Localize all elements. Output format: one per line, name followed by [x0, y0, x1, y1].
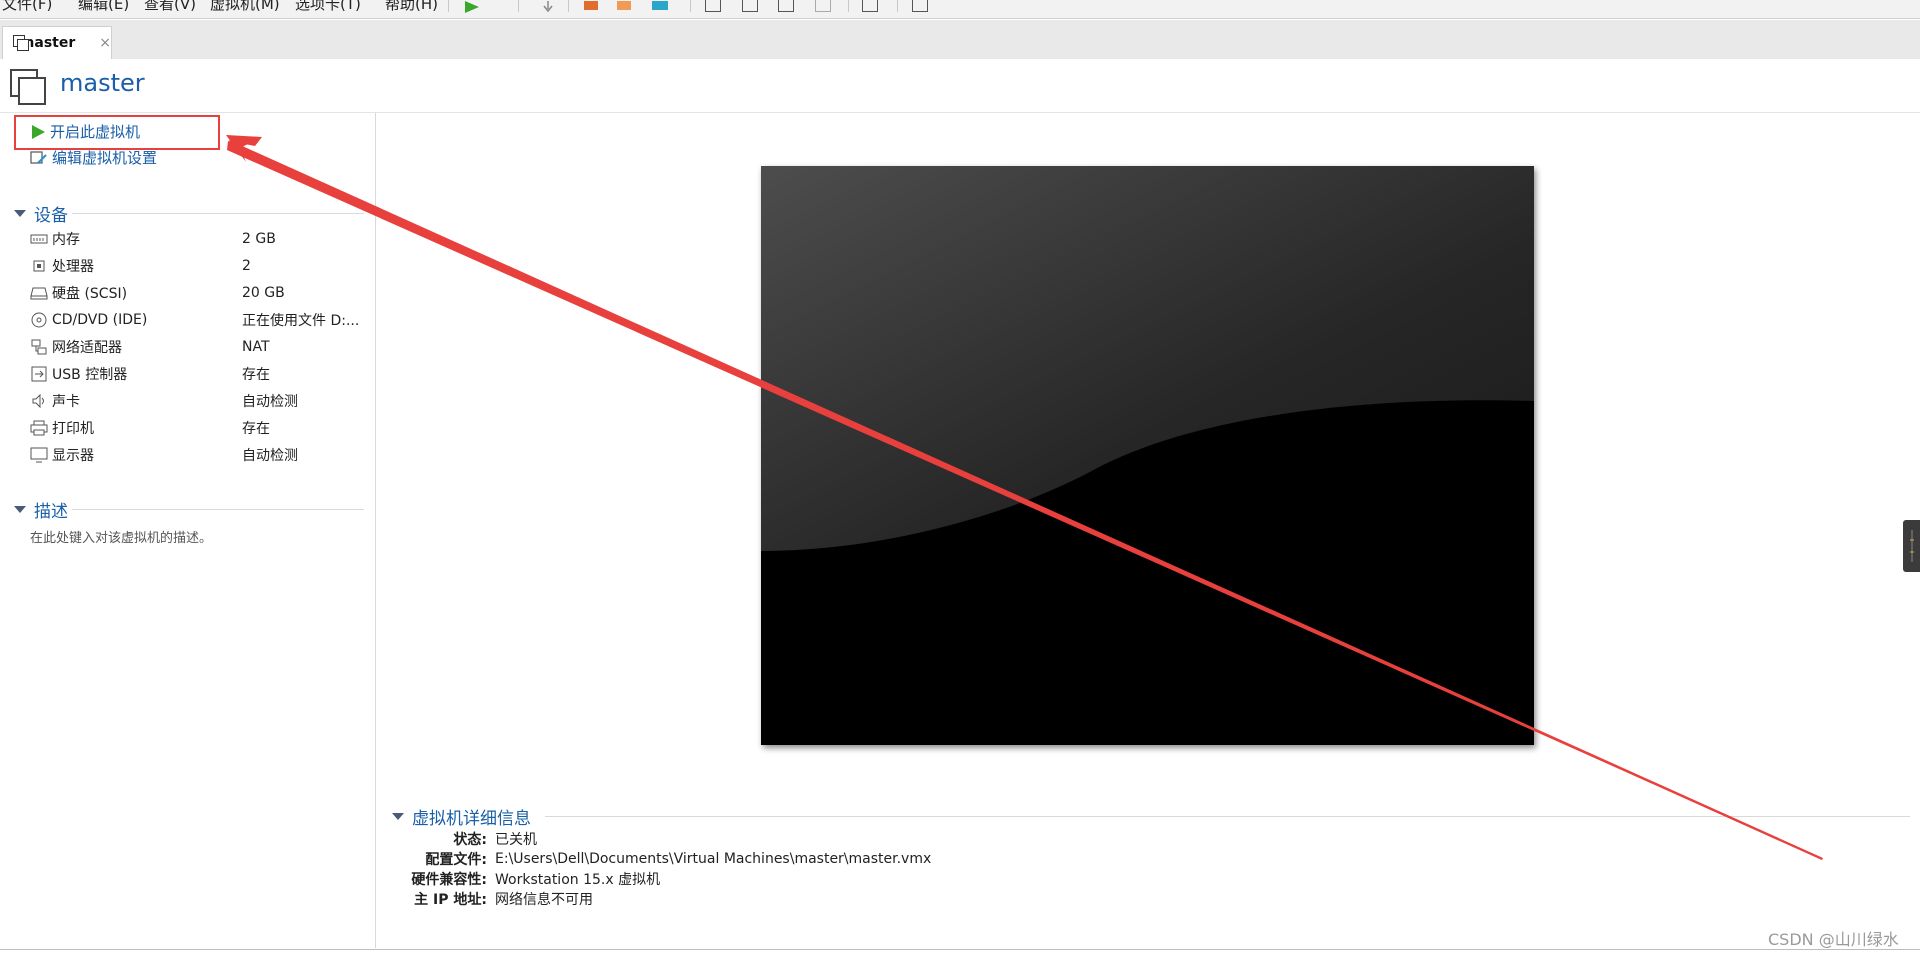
menu-vm[interactable]: 虚拟机(M) [210, 0, 280, 13]
device-name: 处理器 [52, 259, 94, 275]
devices-section-header[interactable]: 设备 [14, 201, 68, 226]
details-value: E:\Users\Dell\Documents\Virtual Machines… [495, 851, 932, 867]
details-section-title: 虚拟机详细信息 [412, 809, 531, 829]
play-toolbar-icon[interactable] [463, 0, 481, 16]
display-icon [30, 447, 48, 463]
device-value: 正在使用文件 D:... [242, 313, 360, 329]
console-view-icon[interactable] [778, 0, 794, 12]
unity-icon[interactable] [742, 0, 758, 12]
usb-controller-icon [30, 366, 48, 382]
device-value: 20 GB [242, 285, 285, 301]
details-row-ip-address: 主 IP 地址: 网络信息不可用 [380, 889, 1380, 909]
device-row-hard-disk[interactable]: 硬盘 (SCSI) 20 GB [30, 282, 370, 304]
details-label: 硬件兼容性: [411, 872, 487, 888]
details-label: 状态: [453, 832, 487, 848]
snapshot-manager-icon[interactable] [650, 0, 670, 16]
side-panel-handle[interactable] [1903, 520, 1920, 572]
device-name: CD/DVD (IDE) [52, 312, 148, 328]
device-row-usb-controller[interactable]: USB 控制器 存在 [30, 363, 370, 385]
page-title: master [60, 69, 145, 97]
device-row-printer[interactable]: 打印机 存在 [30, 417, 370, 439]
collapse-triangle-icon [392, 813, 404, 820]
device-row-display[interactable]: 显示器 自动检测 [30, 444, 370, 466]
toolbar: 文件(F) 编辑(E) 查看(V) 虚拟机(M) 选项卡(T) 帮助(H) [0, 0, 1920, 19]
device-value: 自动检测 [242, 394, 298, 410]
vm-preview-graphic [761, 166, 1534, 745]
details-label: 主 IP 地址: [414, 892, 487, 908]
description-section-title: 描述 [34, 502, 68, 522]
menu-help[interactable]: 帮助(H) [385, 0, 438, 13]
details-section-header[interactable]: 虚拟机详细信息 [392, 804, 531, 829]
device-value: 存在 [242, 421, 270, 437]
device-value: 2 [242, 258, 251, 274]
snapshot-down-icon[interactable] [541, 0, 555, 16]
collapse-triangle-icon [14, 210, 26, 217]
device-value: 2 GB [242, 231, 276, 247]
processor-icon [30, 259, 48, 273]
device-row-network-adapter[interactable]: 网络适配器 NAT [30, 336, 370, 358]
device-name: 声卡 [52, 394, 80, 410]
power-on-label: 开启此虚拟机 [50, 123, 141, 141]
cd-dvd-icon [30, 312, 48, 328]
stretch-icon[interactable] [815, 0, 831, 12]
sound-card-icon [30, 393, 48, 409]
device-value: 自动检测 [242, 448, 298, 464]
devices-section-title: 设备 [34, 206, 68, 226]
menu-file[interactable]: 文件(F) [2, 0, 52, 13]
left-pane: 开启此虚拟机 编辑虚拟机设置 设备 内存 2 GB 处理器 2 硬盘 (SCSI… [0, 113, 376, 948]
device-name: 打印机 [52, 421, 94, 437]
network-adapter-icon [30, 339, 48, 355]
device-name: 内存 [52, 232, 80, 248]
edit-settings-button[interactable]: 编辑虚拟机设置 [30, 147, 157, 168]
description-field[interactable]: 在此处键入对该虚拟机的描述。 [30, 527, 212, 546]
device-name: 网络适配器 [52, 340, 122, 356]
vm-header: master [0, 59, 1920, 113]
collapse-triangle-icon [14, 506, 26, 513]
device-name: 硬盘 (SCSI) [52, 286, 128, 302]
power-on-button[interactable]: 开启此虚拟机 [30, 121, 140, 142]
details-value: 网络信息不可用 [495, 892, 593, 908]
details-row-hardware-compat: 硬件兼容性: Workstation 15.x 虚拟机 [380, 869, 1380, 889]
details-label: 配置文件: [425, 852, 487, 868]
device-row-sound-card[interactable]: 声卡 自动检测 [30, 390, 370, 412]
device-name: USB 控制器 [52, 367, 128, 383]
vm-icon [10, 69, 46, 105]
close-tab-icon[interactable]: × [99, 35, 111, 51]
printer-icon [30, 420, 48, 436]
device-name: 显示器 [52, 448, 94, 464]
menu-tabs[interactable]: 选项卡(T) [295, 0, 361, 13]
device-row-cd-dvd[interactable]: CD/DVD (IDE) 正在使用文件 D:... [30, 309, 370, 331]
memory-icon [30, 232, 48, 246]
edit-settings-icon [30, 150, 47, 164]
details-value: Workstation 15.x 虚拟机 [495, 872, 661, 888]
menu-view[interactable]: 查看(V) [144, 0, 196, 13]
full-screen-icon[interactable] [705, 0, 721, 12]
menu-edit[interactable]: 编辑(E) [78, 0, 129, 13]
library-icon[interactable] [912, 0, 928, 12]
tab-master[interactable]: master × [2, 26, 112, 59]
device-value: 存在 [242, 367, 270, 383]
details-row-status: 状态: 已关机 [380, 829, 1380, 849]
hard-disk-icon [30, 286, 48, 300]
vm-tab-icon [13, 35, 29, 51]
snapshot-icon[interactable] [582, 0, 600, 16]
details-row-config-file: 配置文件: E:\Users\Dell\Documents\Virtual Ma… [380, 849, 1380, 869]
play-icon [32, 124, 45, 139]
tab-strip: master × [0, 20, 1920, 59]
device-row-memory[interactable]: 内存 2 GB [30, 228, 370, 250]
device-row-processor[interactable]: 处理器 2 [30, 255, 370, 277]
watermark: CSDN @山川绿水 [1768, 930, 1899, 949]
device-value: NAT [242, 339, 270, 355]
description-section-header[interactable]: 描述 [14, 497, 68, 522]
vm-preview-screen[interactable] [761, 166, 1534, 745]
revert-snapshot-icon[interactable] [615, 0, 633, 16]
details-value: 已关机 [495, 832, 537, 848]
thumbnail-icon[interactable] [862, 0, 878, 12]
edit-settings-label: 编辑虚拟机设置 [52, 149, 158, 167]
